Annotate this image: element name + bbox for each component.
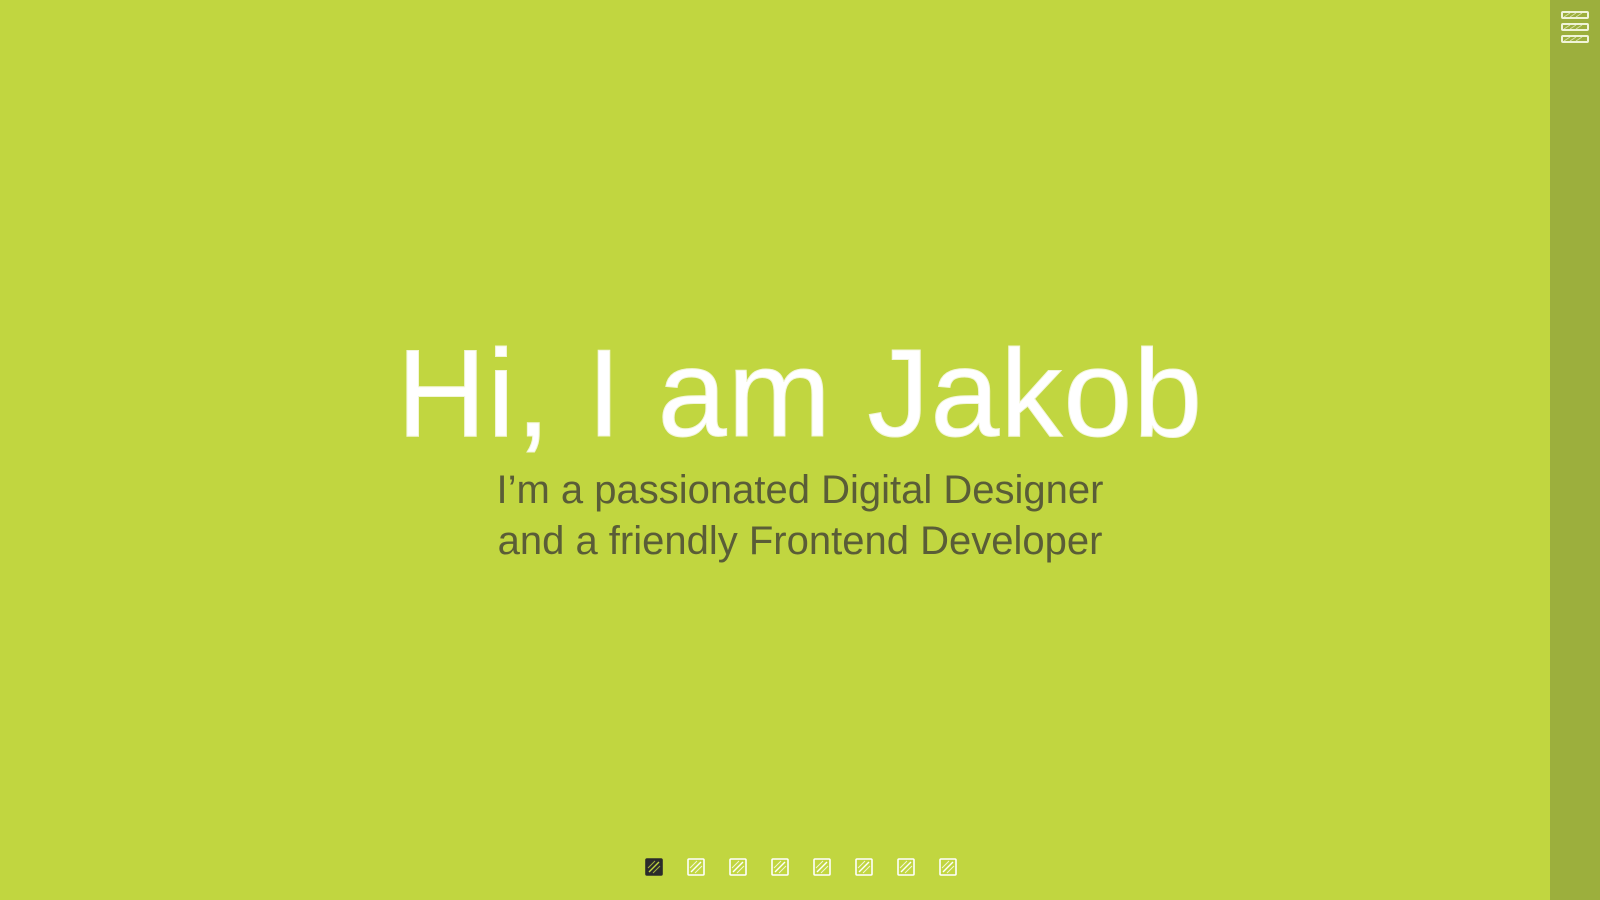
hero-subtitle-line-2: and a friendly Frontend Developer xyxy=(497,519,1103,563)
pagination-dot[interactable] xyxy=(729,858,747,876)
sketch-square-icon xyxy=(939,858,957,876)
sketch-square-icon xyxy=(855,858,873,876)
hero-subtitle-line-1: I’m a passionated Digital Designer xyxy=(496,468,1104,512)
pagination-dot[interactable] xyxy=(813,858,831,876)
sketch-square-icon xyxy=(729,858,747,876)
pagination-dot[interactable] xyxy=(771,858,789,876)
sketch-square-icon xyxy=(645,858,663,876)
pagination-dot[interactable] xyxy=(897,858,915,876)
pagination-dot[interactable] xyxy=(939,858,957,876)
sketch-square-icon xyxy=(771,858,789,876)
sketch-square-icon xyxy=(687,858,705,876)
hamburger-menu-icon xyxy=(1561,11,1589,43)
pagination-dots xyxy=(645,858,965,876)
sketch-square-icon xyxy=(897,858,915,876)
pagination-dot[interactable] xyxy=(855,858,873,876)
pagination-dot[interactable] xyxy=(645,858,663,876)
menu-button[interactable] xyxy=(1561,10,1589,44)
hero-subtitle: I’m a passionated Digital Designer and a… xyxy=(0,465,1600,567)
pagination-dot[interactable] xyxy=(687,858,705,876)
hero-title: Hi, I am Jakob xyxy=(396,325,1204,463)
sketch-square-icon xyxy=(813,858,831,876)
